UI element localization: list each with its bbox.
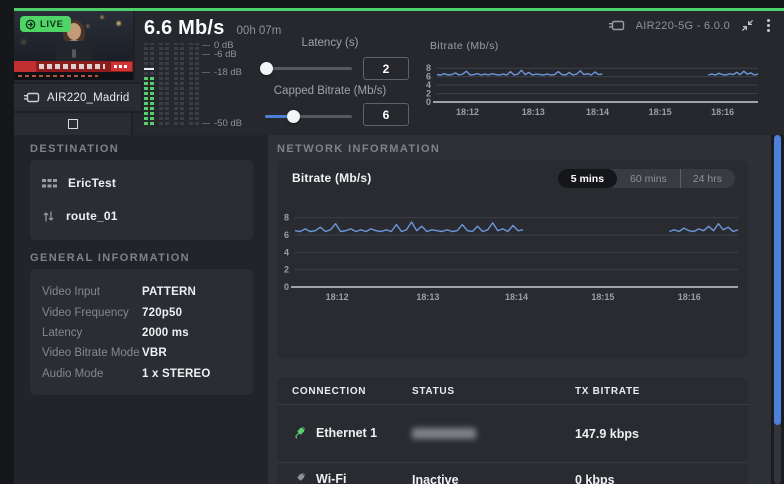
col-tx-bitrate: TX BITRATE xyxy=(575,386,640,397)
connection-name: Wi-Fi xyxy=(316,472,346,484)
status-value: Inactive xyxy=(412,473,459,484)
grid-icon xyxy=(42,178,57,189)
header-bar: LIVE AIR220_Madrid 6.6 Mb/s 00h 07m 0 dB… xyxy=(14,8,784,135)
table-row-ethernet1[interactable]: Ethernet 1 147.9 kbps xyxy=(277,404,748,463)
tx-bitrate-value: 147.9 kbps xyxy=(575,427,639,441)
main-content: DESTINATION EricTest route_01 GENERAL IN… xyxy=(14,135,771,484)
info-row-video-frequency: Video Frequency 720p50 xyxy=(42,302,245,322)
audio-meter-channel xyxy=(174,43,184,125)
collapse-icon[interactable] xyxy=(741,19,754,32)
svg-text:18:15: 18:15 xyxy=(591,292,614,302)
audio-meter-channel xyxy=(144,43,154,125)
info-row-audio-mode: Audio Mode 1 x STEREO xyxy=(42,364,245,384)
route-icon xyxy=(42,210,55,223)
range-tab-60mins[interactable]: 60 mins xyxy=(617,169,680,188)
svg-text:18:14: 18:14 xyxy=(586,107,609,117)
tx-bitrate-value: 0 kbps xyxy=(575,473,615,484)
peak-marker xyxy=(144,68,154,70)
video-thumbnail[interactable]: LIVE xyxy=(14,11,135,80)
audio-meter-channel xyxy=(159,43,169,125)
destination-item-label: route_01 xyxy=(66,209,118,223)
news-ticker xyxy=(14,61,133,72)
range-tab-5mins[interactable]: 5 mins xyxy=(558,169,617,188)
live-label: LIVE xyxy=(40,19,64,30)
header-chart-title: Bitrate (Mb/s) xyxy=(430,40,499,52)
svg-text:0: 0 xyxy=(426,97,431,107)
stop-icon xyxy=(68,119,78,129)
tv-news-logo xyxy=(111,62,132,71)
latency-input[interactable]: 2 xyxy=(363,57,409,80)
svg-text:18:16: 18:16 xyxy=(711,107,734,117)
scrollbar-thumb[interactable] xyxy=(774,135,781,425)
network-chart-title: Bitrate (Mb/s) xyxy=(292,171,371,185)
status-redacted xyxy=(412,428,476,439)
svg-text:2: 2 xyxy=(284,265,289,275)
table-row-wifi[interactable]: Wi-Fi Inactive 0 kbps xyxy=(277,463,748,484)
svg-text:6: 6 xyxy=(284,230,289,240)
destination-item-erictest[interactable]: EricTest xyxy=(42,176,116,190)
svg-text:18:12: 18:12 xyxy=(326,292,349,302)
latency-slider-thumb[interactable] xyxy=(260,62,273,75)
capped-bitrate-label: Capped Bitrate (Mb/s) xyxy=(253,85,407,97)
time-range-selector: 5 mins 60 mins 24 hrs xyxy=(558,169,735,188)
audio-meters xyxy=(144,43,200,125)
destination-card: EricTest route_01 xyxy=(30,160,253,240)
svg-text:18:16: 18:16 xyxy=(678,292,701,302)
col-connection: CONNECTION xyxy=(292,386,366,397)
encoder-device-icon xyxy=(24,92,40,103)
bitrate-value: 6.6 Mb/s xyxy=(144,17,225,40)
db-label: -6 dB xyxy=(214,49,237,60)
db-label: -50 dB xyxy=(214,118,242,129)
kebab-menu-icon[interactable] xyxy=(765,17,772,34)
col-status: STATUS xyxy=(412,386,455,397)
capped-bitrate-slider-thumb[interactable] xyxy=(287,110,300,123)
info-row-latency: Latency 2000 ms xyxy=(42,323,245,343)
svg-text:18:13: 18:13 xyxy=(522,107,545,117)
vertical-scrollbar xyxy=(771,135,784,484)
general-information-title: GENERAL INFORMATION xyxy=(30,252,190,264)
general-information-card: Video Input PATTERN Video Frequency 720p… xyxy=(30,269,253,395)
svg-text:0: 0 xyxy=(284,282,289,292)
db-scale: 0 dB -6 dB -18 dB -50 dB xyxy=(202,43,262,125)
svg-text:4: 4 xyxy=(284,247,289,257)
header-bitrate-chart: 8642018:1218:1318:1418:1518:16 xyxy=(420,60,768,118)
destination-item-label: EricTest xyxy=(68,176,116,190)
latency-slider[interactable] xyxy=(265,67,352,70)
stop-button[interactable] xyxy=(14,113,133,135)
connection-name: Ethernet 1 xyxy=(316,426,377,440)
capped-bitrate-input[interactable]: 6 xyxy=(363,103,409,126)
capped-bitrate-slider[interactable] xyxy=(265,115,352,118)
network-information-title: NETWORK INFORMATION xyxy=(277,143,440,155)
svg-text:18:15: 18:15 xyxy=(649,107,672,117)
destination-title: DESTINATION xyxy=(30,143,119,155)
network-chart-card: Bitrate (Mb/s) 5 mins 60 mins 24 hrs 8 6 4… xyxy=(277,160,748,358)
audio-meter-channel xyxy=(189,43,199,125)
range-tab-24hrs[interactable]: 24 hrs xyxy=(680,169,735,188)
svg-text:8: 8 xyxy=(284,213,289,223)
wifi-plug-icon xyxy=(292,471,307,484)
network-bitrate-chart: 8 6 4 2 0 18:12 18:13 18:14 18:15 18:16 xyxy=(277,205,748,303)
broadcast-arrow-icon xyxy=(25,19,36,30)
encoder-device-icon xyxy=(609,20,625,31)
info-row-video-input: Video Input PATTERN xyxy=(42,282,245,302)
destination-item-route01[interactable]: route_01 xyxy=(42,209,118,223)
device-name-row[interactable]: AIR220_Madrid xyxy=(14,82,143,113)
uptime-value: 00h 07m xyxy=(237,25,282,37)
table-header-row: CONNECTION STATUS TX BITRATE xyxy=(277,377,748,405)
info-row-video-bitrate-mode: Video Bitrate Mode VBR xyxy=(42,343,245,363)
device-version: AIR220-5G - 6.0.0 xyxy=(636,20,730,32)
live-badge: LIVE xyxy=(20,16,71,32)
version-row: AIR220-5G - 6.0.0 xyxy=(609,17,772,34)
db-label: -18 dB xyxy=(214,67,242,78)
svg-text:18:13: 18:13 xyxy=(416,292,439,302)
ethernet-plug-icon xyxy=(292,425,307,440)
device-name: AIR220_Madrid xyxy=(47,92,130,104)
svg-text:18:12: 18:12 xyxy=(456,107,479,117)
connections-table-card: CONNECTION STATUS TX BITRATE Ethernet 1 xyxy=(277,377,748,484)
svg-text:18:14: 18:14 xyxy=(505,292,528,302)
app-root: LIVE AIR220_Madrid 6.6 Mb/s 00h 07m 0 dB… xyxy=(0,0,784,484)
latency-label: Latency (s) xyxy=(253,37,407,49)
